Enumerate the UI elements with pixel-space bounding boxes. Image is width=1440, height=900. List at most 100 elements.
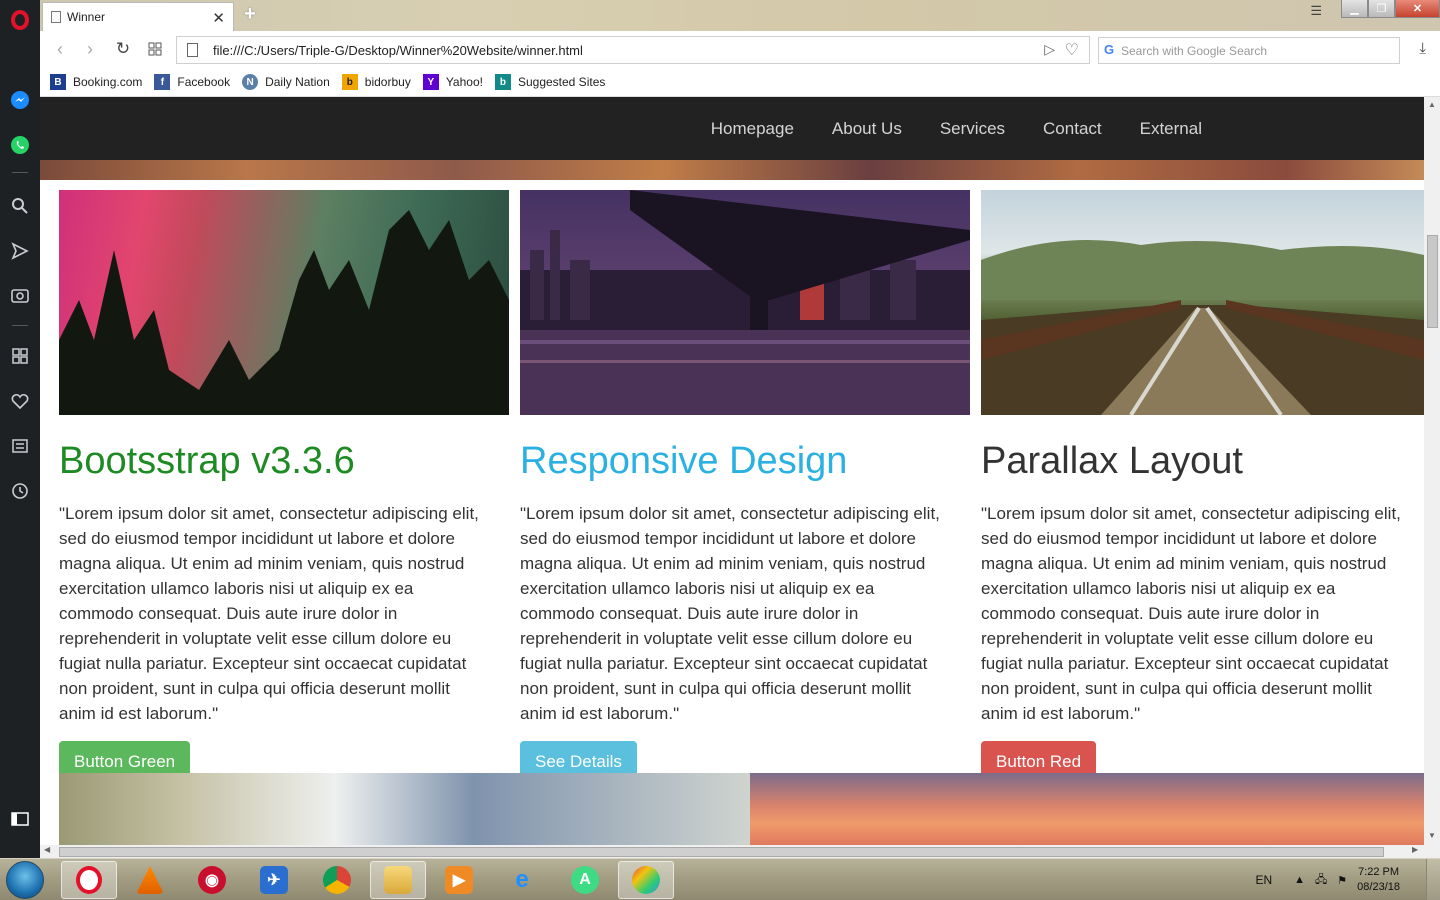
- taskbar-opera[interactable]: [61, 861, 117, 899]
- taskbar-chrome[interactable]: [309, 861, 365, 899]
- yahoo-icon: Y: [422, 74, 439, 90]
- parallax-image-left: [59, 773, 750, 845]
- booking-icon: B: [50, 74, 66, 90]
- forward-button[interactable]: ›: [80, 39, 100, 59]
- close-tab-icon[interactable]: ✕: [212, 9, 225, 27]
- airplane-icon: ✈: [260, 866, 288, 894]
- internet-explorer-icon: e: [515, 866, 529, 893]
- bridge-image: [520, 190, 970, 415]
- bookmark-bidorbuy[interactable]: b bidorbuy: [341, 74, 411, 90]
- search-button[interactable]: [8, 194, 32, 218]
- android-studio-icon: A: [571, 866, 599, 894]
- card-text: "Lorem ipsum dolor sit amet, consectetur…: [59, 504, 479, 723]
- back-button[interactable]: ‹: [50, 39, 70, 59]
- tab-winner[interactable]: Winner ✕: [42, 2, 234, 31]
- bing-icon: b: [494, 74, 511, 90]
- nav-external[interactable]: External: [1140, 119, 1202, 139]
- tab-title: Winner: [67, 10, 106, 24]
- heart-icon: [11, 393, 29, 410]
- tab-strip: Winner ✕ + ☰ ▁ ❐ ✕: [40, 0, 1440, 31]
- scroll-left-icon[interactable]: ◀: [44, 845, 50, 854]
- system-tray: EN ▲ 🖧 ⚑ 7:22 PM 08/23/18: [1255, 859, 1440, 900]
- file-explorer-icon: [384, 866, 412, 894]
- opera-icon: [76, 866, 102, 894]
- hero-image-strip: [40, 160, 1424, 180]
- snapshot-button[interactable]: [8, 283, 32, 307]
- vertical-scrollbar[interactable]: ▲ ▼: [1424, 97, 1440, 845]
- nav-about-us[interactable]: About Us: [832, 119, 902, 139]
- news-icon: [12, 439, 28, 453]
- bookmark-facebook[interactable]: f Facebook: [154, 74, 230, 90]
- bookmarks-bar: B Booking.com f Facebook N Daily Nation b bi…: [40, 68, 1440, 97]
- address-bar[interactable]: file:///C:/Users/Triple-G/Desktop/Winner…: [176, 36, 1090, 64]
- taskbar-android-studio[interactable]: A: [557, 861, 613, 899]
- facebook-icon: f: [154, 74, 171, 90]
- messenger-button[interactable]: [8, 88, 32, 112]
- whatsapp-icon: [11, 136, 29, 154]
- bidorbuy-icon: b: [341, 74, 358, 90]
- page-viewport: Homepage About Us Services Contact Exter…: [40, 97, 1424, 845]
- opera-sidebar: [0, 0, 40, 858]
- bookmark-daily-nation[interactable]: N Daily Nation: [242, 74, 330, 90]
- tabs-overview-button[interactable]: [145, 40, 165, 60]
- opera-menu-button[interactable]: [8, 8, 32, 32]
- action-center-flag-icon[interactable]: ⚑: [1337, 874, 1347, 887]
- bookmark-suggested-sites[interactable]: b Suggested Sites: [494, 74, 605, 90]
- send-button[interactable]: [8, 239, 32, 263]
- sidebar-toggle-button[interactable]: [8, 807, 32, 831]
- reload-button[interactable]: ↻: [113, 39, 133, 59]
- nav-homepage[interactable]: Homepage: [711, 119, 794, 139]
- sidebar-toggle-icon: [11, 812, 29, 826]
- nav-services[interactable]: Services: [940, 119, 1005, 139]
- taskbar-paint[interactable]: [618, 861, 674, 899]
- daily-nation-icon: N: [242, 74, 259, 90]
- speed-dial-button[interactable]: [8, 344, 32, 368]
- tab-menu-icon[interactable]: ☰: [1310, 3, 1322, 19]
- maximize-button[interactable]: ❐: [1368, 0, 1395, 18]
- taskbar-media-player[interactable]: ▶: [431, 861, 487, 899]
- railway-image: [981, 190, 1424, 415]
- network-icon[interactable]: 🖧: [1315, 871, 1327, 890]
- scroll-thumb[interactable]: [59, 847, 1384, 857]
- nav-contact[interactable]: Contact: [1043, 119, 1102, 139]
- parallax-image-right: [750, 773, 1424, 845]
- clock-date: 08/23/18: [1357, 881, 1400, 893]
- card-title: Bootsstrap v3.3.6: [59, 440, 355, 482]
- minimize-button[interactable]: ▁: [1341, 0, 1368, 18]
- page-icon: [51, 11, 61, 23]
- download-icon[interactable]: ⤓: [1419, 40, 1426, 57]
- horizontal-scrollbar[interactable]: ◀ ▶: [40, 845, 1440, 858]
- scroll-thumb[interactable]: [1427, 235, 1438, 328]
- whatsapp-button[interactable]: [8, 133, 32, 157]
- send-icon[interactable]: ▷: [1044, 41, 1055, 58]
- show-desktop-button[interactable]: [1426, 859, 1440, 900]
- clock[interactable]: 7:22 PM 08/23/18: [1357, 865, 1400, 895]
- taskbar-file-explorer[interactable]: [370, 861, 426, 899]
- taskbar-antivirus[interactable]: ◉: [184, 861, 240, 899]
- heart-icon[interactable]: ♡: [1065, 40, 1079, 60]
- new-tab-button[interactable]: +: [240, 4, 260, 24]
- bookmark-yahoo[interactable]: Y Yahoo!: [422, 74, 483, 90]
- taskbar-internet-explorer[interactable]: e: [494, 861, 550, 899]
- start-button[interactable]: [6, 861, 44, 899]
- history-button[interactable]: [8, 479, 32, 503]
- vlc-icon: [136, 866, 164, 894]
- scroll-down-icon[interactable]: ▼: [1428, 831, 1436, 840]
- card-title: Parallax Layout: [981, 440, 1243, 482]
- antivirus-icon: ◉: [198, 866, 226, 894]
- card-text: "Lorem ipsum dolor sit amet, consectetur…: [981, 504, 1401, 723]
- scroll-up-icon[interactable]: ▲: [1428, 100, 1436, 109]
- paint-icon: [632, 866, 660, 894]
- search-input[interactable]: G Search with Google Search: [1098, 37, 1400, 64]
- show-hidden-icons-icon[interactable]: ▲: [1294, 874, 1305, 886]
- language-indicator[interactable]: EN: [1255, 873, 1272, 887]
- news-button[interactable]: [8, 434, 32, 458]
- taskbar-airplane[interactable]: ✈: [246, 861, 302, 899]
- taskbar-vlc[interactable]: [122, 861, 178, 899]
- scroll-right-icon[interactable]: ▶: [1412, 845, 1418, 854]
- clock-time: 7:22 PM: [1358, 866, 1400, 878]
- bookmarks-button[interactable]: [8, 389, 32, 413]
- close-window-button[interactable]: ✕: [1395, 0, 1440, 18]
- search-icon: [12, 198, 28, 214]
- bookmark-booking[interactable]: B Booking.com: [50, 74, 142, 90]
